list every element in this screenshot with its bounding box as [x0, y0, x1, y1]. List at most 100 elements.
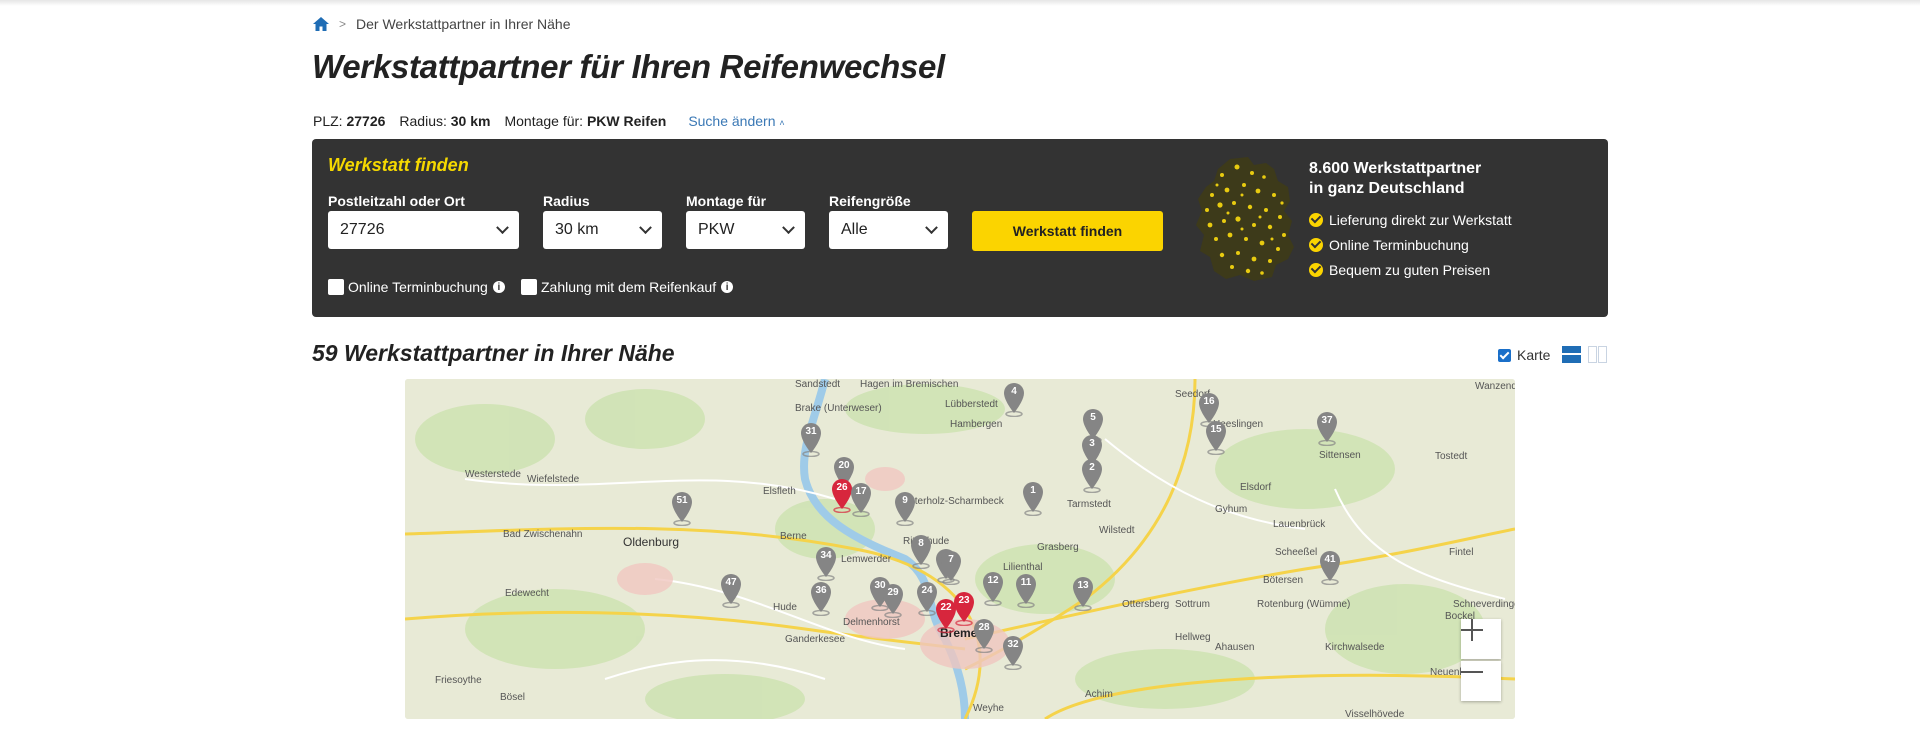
map-place-label: Friesoythe	[435, 675, 482, 686]
map-pin[interactable]: 11	[1015, 574, 1037, 608]
online-booking-checkbox-row[interactable]: Online Terminbuchung i	[328, 279, 505, 295]
map-place-label: Sottrum	[1175, 599, 1211, 610]
find-workshop-button[interactable]: Werkstatt finden	[972, 211, 1163, 251]
radius-label: Radius:	[399, 113, 447, 129]
map-place-label: Tarmstedt	[1067, 499, 1111, 510]
map-pin[interactable]: 51	[671, 492, 693, 526]
map-place-label: Gyhum	[1215, 504, 1248, 515]
map-pin-number: 22	[940, 602, 952, 613]
map-pin-number: 17	[855, 486, 867, 497]
map-pin-number: 32	[1007, 639, 1019, 650]
size-select[interactable]: Alle	[829, 211, 948, 249]
promo-item: Online Terminbuchung	[1309, 232, 1512, 257]
map-place-label: Elsfleth	[763, 486, 796, 497]
radius-value: 30 km	[450, 113, 491, 129]
map-place-label: Visselhövede	[1345, 709, 1405, 719]
zoom-in-button[interactable]	[1461, 619, 1501, 659]
germany-map-graphic	[1196, 157, 1294, 281]
search-summary: PLZ: 27726 Radius: 30 km Montage für: PK…	[313, 111, 785, 131]
map-pin[interactable]: 36	[810, 582, 832, 616]
map-pin[interactable]: 12	[982, 572, 1004, 606]
map-pin[interactable]: 2	[1081, 459, 1103, 493]
map-pin[interactable]: 47	[720, 574, 742, 608]
map-toggle[interactable]: Karte	[1498, 347, 1550, 363]
location-label: Postleitzahl oder Ort	[328, 193, 465, 209]
map-pin-number: 34	[820, 550, 832, 561]
map-pin[interactable]: 34	[815, 547, 837, 581]
map-pin[interactable]: 7	[940, 551, 962, 585]
map-place-label: Westerstede	[465, 469, 521, 480]
map-place-label: Lauenbrück	[1273, 519, 1326, 530]
breadcrumb-current: Der Werkstattpartner in Ihrer Nähe	[356, 16, 571, 32]
map-pin-number: 47	[725, 577, 737, 588]
map-pin[interactable]: 31	[800, 423, 822, 457]
breadcrumb: > Der Werkstattpartner in Ihrer Nähe	[313, 14, 571, 34]
map-place-label: Hude	[773, 602, 797, 613]
info-icon[interactable]: i	[721, 281, 734, 293]
payment-checkbox[interactable]	[521, 279, 537, 295]
map-pin[interactable]: 32	[1002, 636, 1024, 670]
map-pin[interactable]: 37	[1316, 412, 1338, 446]
map-place-label: Lemwerder	[841, 554, 892, 565]
map-pin[interactable]: 29	[882, 584, 904, 618]
map-pin-number: 13	[1077, 580, 1089, 591]
info-icon[interactable]: i	[492, 281, 505, 293]
map-place-label: Bösel	[500, 692, 526, 703]
list-view-icon[interactable]	[1562, 346, 1581, 363]
chevron-down-icon	[496, 220, 509, 234]
map-pin[interactable]: 13	[1072, 577, 1094, 611]
page-title: Werkstattpartner für Ihren Reifenwechsel	[312, 48, 945, 85]
location-select[interactable]: 27726	[328, 211, 519, 249]
map-place-label: Ahausen	[1215, 642, 1255, 653]
map-pin-number: 7	[948, 554, 954, 565]
map-place-label: Hambergen	[950, 419, 1003, 430]
map-pin-number: 36	[815, 585, 827, 596]
map-place-label: Berne	[780, 531, 807, 542]
map-pin[interactable]: 22	[935, 599, 957, 633]
change-search-link[interactable]: Suche ändern ˄	[688, 113, 784, 129]
map-place-label: Achim	[1085, 689, 1113, 700]
zoom-out-button[interactable]	[1461, 661, 1501, 701]
map-pin-number: 37	[1321, 415, 1333, 426]
map-place-label: Hagen im Bremischen	[860, 379, 959, 390]
map-pin-number: 4	[1011, 386, 1017, 397]
promo-title: 8.600 Werkstattpartner in ganz Deutschla…	[1309, 160, 1482, 197]
map-pin[interactable]: 4	[1003, 383, 1025, 417]
search-panel-heading: Werkstatt finden	[328, 155, 469, 175]
map-place-label: Hellweg	[1175, 632, 1211, 643]
montage-select-value: PKW	[698, 221, 735, 238]
home-icon[interactable]	[313, 17, 329, 31]
montage-label: Montage für:	[504, 113, 584, 129]
map-pin[interactable]: 17	[850, 483, 872, 517]
map-place-label: Wilstedt	[1099, 525, 1135, 536]
map-pin[interactable]: 28	[973, 619, 995, 653]
plus-icon	[1461, 619, 1483, 641]
map-pin[interactable]: 8	[910, 535, 932, 569]
radius-select[interactable]: 30 km	[543, 211, 662, 249]
map-place-label: Wanzendorf	[1475, 381, 1515, 392]
map-place-label: Ottersberg	[1122, 599, 1170, 610]
check-icon	[1309, 212, 1323, 227]
map-place-label: Lübberstedt	[945, 399, 998, 410]
map-place-label: Edewecht	[505, 588, 549, 599]
map-toggle-label: Karte	[1517, 347, 1551, 363]
online-booking-checkbox[interactable]	[328, 279, 344, 295]
size-select-value: Alle	[841, 221, 868, 238]
radius-field-label: Radius	[543, 193, 590, 209]
payment-checkbox-row[interactable]: Zahlung mit dem Reifenkauf i	[521, 279, 734, 295]
map-pin-number: 12	[987, 575, 999, 586]
map-pin[interactable]: 41	[1319, 551, 1341, 585]
map-pin[interactable]: 9	[894, 492, 916, 526]
map[interactable]: Westerstede Wiefelstede Bad Zwischenahn …	[405, 379, 1515, 719]
chevron-up-icon: ˄	[779, 118, 785, 128]
map-pin-number: 3	[1089, 438, 1095, 449]
breadcrumb-separator: >	[339, 17, 347, 31]
map-pin-number: 41	[1324, 554, 1336, 565]
map-pin[interactable]: 15	[1205, 421, 1227, 455]
map-pin-number: 9	[902, 495, 908, 506]
grid-view-icon[interactable]	[1588, 346, 1607, 363]
map-checkbox[interactable]	[1498, 348, 1511, 362]
check-icon	[1309, 262, 1323, 277]
map-pin[interactable]: 1	[1022, 482, 1044, 516]
montage-select[interactable]: PKW	[686, 211, 805, 249]
